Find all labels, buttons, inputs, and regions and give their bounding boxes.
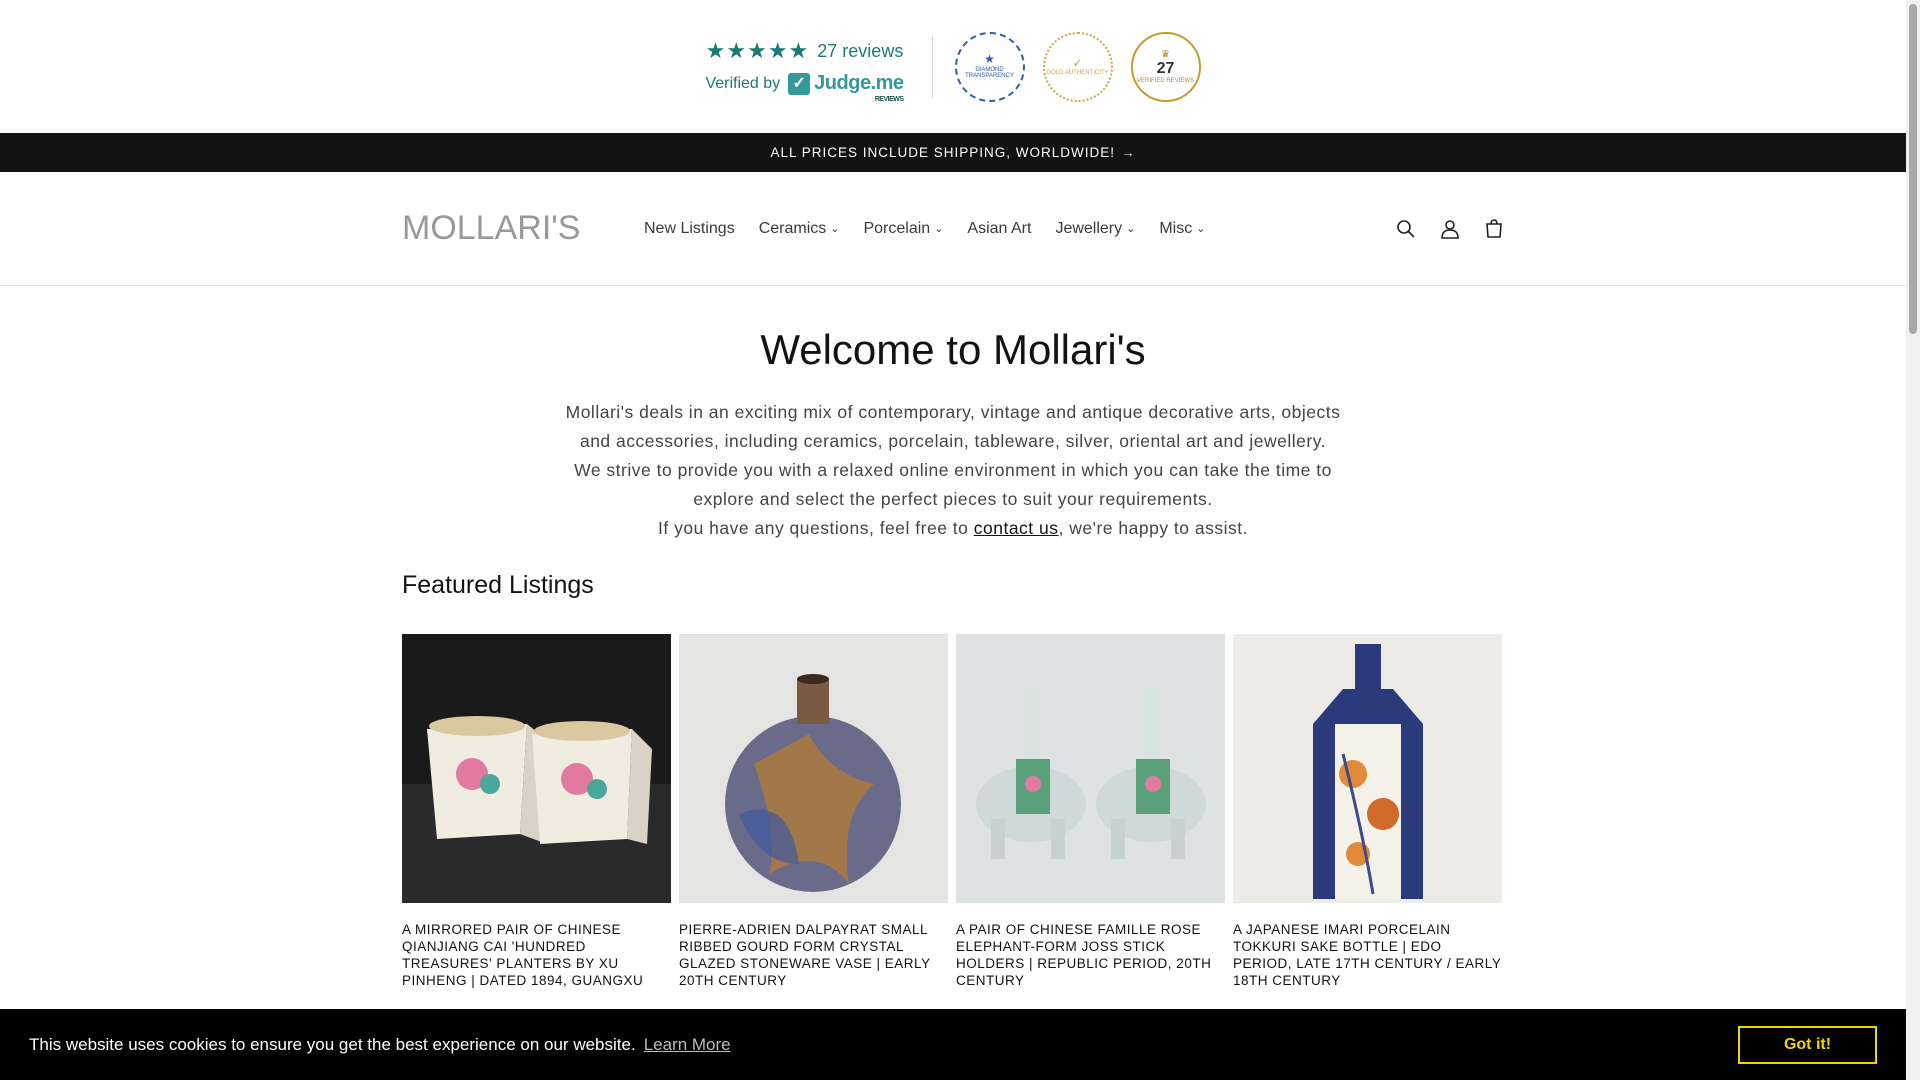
nav-ceramics[interactable]: Ceramics ⌄	[759, 220, 840, 238]
review-count[interactable]: 27 reviews	[817, 41, 903, 62]
judgeme-logo[interactable]: ✓ Judge.me REVIEWS	[788, 72, 904, 103]
nav-misc[interactable]: Misc ⌄	[1159, 220, 1205, 238]
verified-row: Verified by ✓ Judge.me REVIEWS	[705, 72, 904, 103]
account-icon[interactable]	[1440, 219, 1460, 239]
check-icon: ✓	[1072, 55, 1083, 70]
welcome-para-2: We strive to provide you with a relaxed …	[574, 460, 1332, 509]
featured-heading: Featured Listings	[402, 571, 594, 599]
cookie-banner: This website uses cookies to ensure you …	[0, 1009, 1906, 1080]
nav-jewellery[interactable]: Jewellery ⌄	[1055, 220, 1135, 238]
sake-bottle-image	[1233, 634, 1502, 903]
nav-label: Jewellery	[1055, 219, 1123, 237]
welcome-text: Mollari's deals in an exciting mix of co…	[563, 398, 1343, 543]
site-header: MOLLARI'S New Listings Ceramics ⌄ Porcela…	[0, 172, 1906, 286]
nav-label: Ceramics	[758, 219, 827, 237]
chevron-down-icon: ⌄	[1196, 223, 1206, 235]
product-title[interactable]: A MIRRORED PAIR OF CHINESE QIANJIANG CAI…	[402, 921, 671, 989]
product-card[interactable]: A JAPANESE IMARI PORCELAIN TOKKURI SAKE …	[1233, 634, 1502, 989]
medal-label: DIAMOND TRANSPARENCY	[965, 66, 1014, 80]
contact-us-link[interactable]: contact us	[974, 518, 1059, 538]
product-image-planters[interactable]	[402, 634, 671, 903]
verified-label: Verified by	[705, 74, 781, 92]
product-image-elephants[interactable]	[956, 634, 1225, 903]
check-icon: ✓	[788, 72, 811, 95]
nav-label: Misc	[1159, 219, 1193, 237]
judgeme-name: Judge.me REVIEWS	[814, 72, 904, 103]
vase-image	[679, 634, 948, 903]
site-logo[interactable]: MOLLARI'S	[402, 209, 602, 248]
header-icons	[1396, 218, 1504, 239]
chevron-down-icon: ⌄	[830, 223, 840, 235]
nav-asian-art[interactable]: Asian Art	[967, 220, 1031, 238]
product-image-vase[interactable]	[679, 634, 948, 903]
scrollbar-thumb[interactable]	[1909, 4, 1917, 334]
medal-number: 27	[1156, 59, 1175, 77]
verified-reviews-medal-icon[interactable]: ♛ 27 VERIFIED REVIEWS	[1130, 31, 1201, 102]
got-it-button[interactable]: Got it!	[1738, 1025, 1877, 1064]
search-icon[interactable]	[1396, 219, 1416, 239]
diamond-transparency-medal-icon[interactable]: ★ DIAMOND TRANSPARENCY	[954, 31, 1025, 102]
product-card[interactable]: A MIRRORED PAIR OF CHINESE QIANJIANG CAI…	[402, 634, 671, 989]
crown-icon: ♛	[1161, 48, 1171, 60]
scrollbar[interactable]	[1906, 0, 1920, 1080]
welcome-section: Welcome to Mollari's Mollari's deals in …	[0, 286, 1906, 543]
featured-listings: Featured Listings A MIRRORED PAIR OF CHI…	[402, 571, 1504, 989]
nav-label: Asian Art	[967, 219, 1032, 237]
product-card[interactable]: A PAIR OF CHINESE FAMILLE ROSE ELEPHANT-…	[956, 634, 1225, 989]
star-icon: ★	[984, 52, 995, 67]
medals: ★ DIAMOND TRANSPARENCY ✓ GOLD AUTHENTICI…	[933, 31, 1201, 102]
contact-pre: If you have any questions, feel free to	[658, 518, 974, 538]
nav-label: Porcelain	[863, 219, 931, 237]
product-title[interactable]: A PAIR OF CHINESE FAMILLE ROSE ELEPHANT-…	[956, 921, 1225, 989]
nav-porcelain[interactable]: Porcelain ⌄	[863, 220, 943, 238]
arrow-right-icon: →	[1121, 145, 1136, 160]
judgeme-sub: REVIEWS	[874, 96, 904, 103]
cart-icon[interactable]	[1484, 218, 1504, 239]
rating-row: ★★★★★ 27 reviews	[706, 38, 904, 64]
star-rating-icon: ★★★★★	[705, 38, 810, 63]
main-nav: New Listings Ceramics ⌄ Porcelain ⌄ Asian …	[644, 220, 1205, 238]
contact-post: , we're happy to assist.	[1058, 518, 1248, 538]
medal-label: VERIFIED REVIEWS	[1137, 77, 1195, 84]
nav-label: New Listings	[644, 219, 735, 237]
product-title[interactable]: A JAPANESE IMARI PORCELAIN TOKKURI SAKE …	[1233, 921, 1502, 989]
planters-image	[402, 634, 671, 903]
welcome-para-1: Mollari's deals in an exciting mix of co…	[565, 402, 1341, 451]
page-title: Welcome to Mollari's	[760, 326, 1146, 373]
announcement-bar[interactable]: ALL PRICES INCLUDE SHIPPING, WORLDWIDE! …	[0, 133, 1906, 172]
judgeme-wordmark: Judge.me	[814, 72, 904, 94]
product-grid: A MIRRORED PAIR OF CHINESE QIANJIANG CAI…	[402, 634, 1504, 989]
nav-new-listings[interactable]: New Listings	[644, 220, 735, 238]
cookie-message: This website uses cookies to ensure you …	[29, 1034, 636, 1054]
learn-more-link[interactable]: Learn More	[644, 1035, 731, 1055]
page: ★★★★★ 27 reviews Verified by ✓ Judge.me R…	[0, 0, 1906, 1080]
gold-authenticity-medal-icon[interactable]: ✓ GOLD AUTHENTICITY	[1042, 31, 1113, 102]
review-summary[interactable]: ★★★★★ 27 reviews Verified by ✓ Judge.me R…	[705, 35, 933, 103]
chevron-down-icon: ⌄	[1126, 223, 1136, 235]
medal-label: GOLD AUTHENTICITY	[1046, 69, 1109, 76]
announcement-text: ALL PRICES INCLUDE SHIPPING, WORLDWIDE!	[770, 145, 1116, 160]
elephants-image	[956, 634, 1225, 903]
product-image-sake-bottle[interactable]	[1233, 634, 1502, 903]
chevron-down-icon: ⌄	[934, 223, 944, 235]
review-badge-bar: ★★★★★ 27 reviews Verified by ✓ Judge.me R…	[0, 0, 1906, 133]
contact-line: If you have any questions, feel free to …	[563, 514, 1343, 543]
product-title[interactable]: PIERRE-ADRIEN DALPAYRAT SMALL RIBBED GOU…	[679, 921, 948, 989]
product-card[interactable]: PIERRE-ADRIEN DALPAYRAT SMALL RIBBED GOU…	[679, 634, 948, 989]
